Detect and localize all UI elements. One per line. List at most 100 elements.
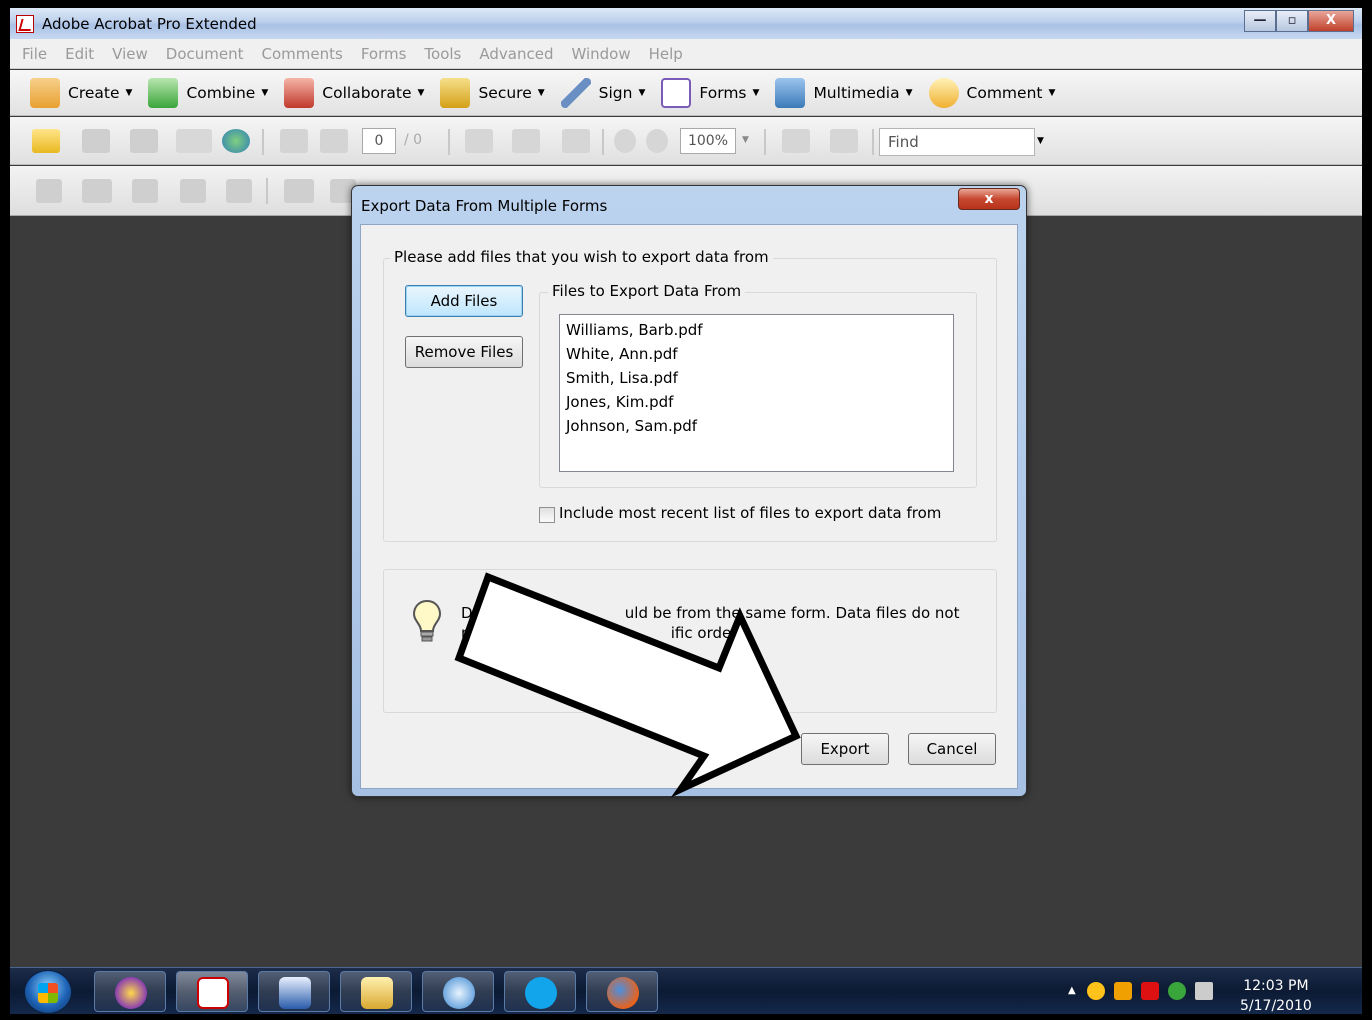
page-total: / 0	[404, 132, 423, 148]
forms-icon	[661, 77, 692, 108]
menu-help[interactable]: Help	[649, 45, 683, 63]
acrobat-icon	[197, 977, 229, 1009]
screen: Adobe Acrobat Pro Extended — ▫ X File Ed…	[10, 8, 1362, 1014]
minimize-button[interactable]: —	[1244, 10, 1276, 32]
dialog-title: Export Data From Multiple Forms	[361, 197, 608, 215]
zoom-out-icon[interactable]	[614, 129, 636, 153]
menu-window[interactable]: Window	[571, 45, 630, 63]
file-explorer-icon	[361, 977, 393, 1009]
maximize-button[interactable]: ▫	[1276, 10, 1308, 32]
add-files-button[interactable]: Add Files	[405, 285, 523, 317]
clock-time: 12:03 PM	[1243, 978, 1309, 994]
select-text-icon[interactable]	[465, 129, 493, 153]
taskbar-app[interactable]	[586, 971, 658, 1012]
remove-files-button[interactable]: Remove Files	[405, 336, 523, 368]
include-recent-label[interactable]: Include most recent list of files to exp…	[559, 504, 941, 522]
collaborate-button[interactable]: Collaborate ▼	[284, 77, 424, 108]
firefox-icon	[607, 977, 639, 1009]
taskbar-app[interactable]	[422, 971, 494, 1012]
word-icon	[279, 977, 311, 1009]
list-item[interactable]: Williams, Barb.pdf	[566, 318, 947, 342]
zoom-in-icon[interactable]	[646, 129, 668, 153]
multimedia-button[interactable]: Multimedia ▼	[775, 77, 913, 108]
find-dropdown-icon[interactable]: ▼	[1037, 136, 1044, 146]
cancel-button[interactable]: Cancel	[908, 733, 996, 765]
list-item[interactable]: Jones, Kim.pdf	[566, 390, 947, 414]
combine-button[interactable]: Combine ▼	[148, 77, 268, 108]
comment-button[interactable]: Comment ▼	[928, 77, 1055, 108]
find-input[interactable]: Find	[879, 128, 1035, 156]
sign-button[interactable]: Sign ▼	[560, 77, 645, 108]
menu-edit[interactable]: Edit	[65, 45, 94, 63]
menu-document[interactable]: Document	[166, 45, 244, 63]
taskbar-app[interactable]	[176, 971, 248, 1012]
sync-tray-icon[interactable]	[1168, 982, 1186, 1000]
security-tray-icon[interactable]	[1141, 982, 1159, 1000]
save-icon[interactable]	[130, 129, 158, 153]
start-button[interactable]	[24, 970, 72, 1014]
yahoo-messenger-icon	[115, 977, 147, 1009]
hand-tool-icon[interactable]	[512, 129, 540, 153]
acrobat-icon	[16, 15, 34, 33]
fit-page-icon[interactable]	[782, 129, 810, 153]
dialog-body: Please add files that you wish to export…	[360, 224, 1018, 789]
page-number-input[interactable]: 0	[362, 128, 396, 154]
taskbar-app[interactable]	[340, 971, 412, 1012]
yahoo-tray-icon[interactable]	[1087, 982, 1105, 1000]
signature-tool-icon[interactable]	[132, 179, 158, 203]
export-button[interactable]: Export	[801, 733, 889, 765]
lightbulb-icon	[412, 599, 442, 642]
show-hidden-icons-icon[interactable]: ▲	[1068, 986, 1078, 996]
fit-width-icon[interactable]	[830, 129, 858, 153]
previous-page-icon[interactable]	[280, 129, 308, 153]
menu-view[interactable]: View	[112, 45, 148, 63]
taskbar-app[interactable]	[94, 971, 166, 1012]
menu-forms[interactable]: Forms	[361, 45, 407, 63]
next-page-icon[interactable]	[320, 129, 348, 153]
window-controls: — ▫ X	[1244, 10, 1354, 32]
list-item[interactable]: White, Ann.pdf	[566, 342, 947, 366]
network-tray-icon[interactable]	[1114, 982, 1132, 1000]
open-folder-icon[interactable]	[32, 129, 60, 153]
globe-icon[interactable]	[222, 129, 250, 153]
multimedia-icon	[775, 77, 806, 108]
title-bar: Adobe Acrobat Pro Extended — ▫ X	[10, 8, 1362, 39]
include-recent-checkbox[interactable]	[539, 507, 555, 523]
hint-line-1: Da uld be from the same form. Data files…	[461, 604, 960, 622]
menu-file[interactable]: File	[22, 45, 47, 63]
list-item[interactable]: Johnson, Sam.pdf	[566, 414, 947, 438]
windows-taskbar: ▲ 12:03 PM 5/17/2010	[10, 967, 1362, 1014]
create-button[interactable]: Create ▼	[30, 77, 132, 108]
tasks-toolbar: Create ▼ Combine ▼ Collaborate ▼ Secure ▼ Si…	[10, 70, 1362, 116]
files-list-label: Files to Export Data From	[548, 282, 746, 300]
list-item[interactable]: Smith, Lisa.pdf	[566, 366, 947, 390]
hint-line-2: n ific order.	[461, 624, 741, 642]
taskbar-app[interactable]	[258, 971, 330, 1012]
hint-text: Da uld be from the same form. Data files…	[461, 603, 960, 643]
zoom-level-input[interactable]: 100%	[680, 128, 736, 154]
menu-tools[interactable]: Tools	[424, 45, 461, 63]
volume-icon[interactable]	[1195, 982, 1213, 1000]
print-icon[interactable]	[82, 129, 110, 153]
zoom-tool-icon[interactable]	[562, 129, 590, 153]
menu-advanced[interactable]: Advanced	[479, 45, 553, 63]
secure-button[interactable]: Secure ▼	[440, 77, 545, 108]
dialog-close-button[interactable]: x	[958, 188, 1020, 210]
taskbar-app[interactable]	[504, 971, 576, 1012]
text-field-tool-icon[interactable]	[284, 179, 314, 203]
create-icon	[30, 77, 60, 108]
email-icon[interactable]	[176, 129, 212, 153]
close-button[interactable]: X	[1308, 10, 1354, 32]
collaborate-icon	[284, 77, 315, 108]
attach-tool-icon[interactable]	[226, 179, 252, 203]
system-clock[interactable]: 12:03 PM 5/17/2010	[1240, 976, 1312, 1014]
files-listbox[interactable]: Williams, Barb.pdf White, Ann.pdf Smith,…	[559, 314, 954, 472]
safari-icon	[443, 977, 475, 1009]
forms-button[interactable]: Forms ▼	[661, 77, 759, 108]
button-tool-icon[interactable]	[82, 179, 112, 203]
zoom-dropdown-icon[interactable]: ▼	[742, 135, 749, 145]
menu-comments[interactable]: Comments	[262, 45, 343, 63]
crop-tool-icon[interactable]	[180, 179, 206, 203]
select-object-icon[interactable]	[36, 179, 62, 203]
clock-date: 5/17/2010	[1240, 998, 1312, 1014]
